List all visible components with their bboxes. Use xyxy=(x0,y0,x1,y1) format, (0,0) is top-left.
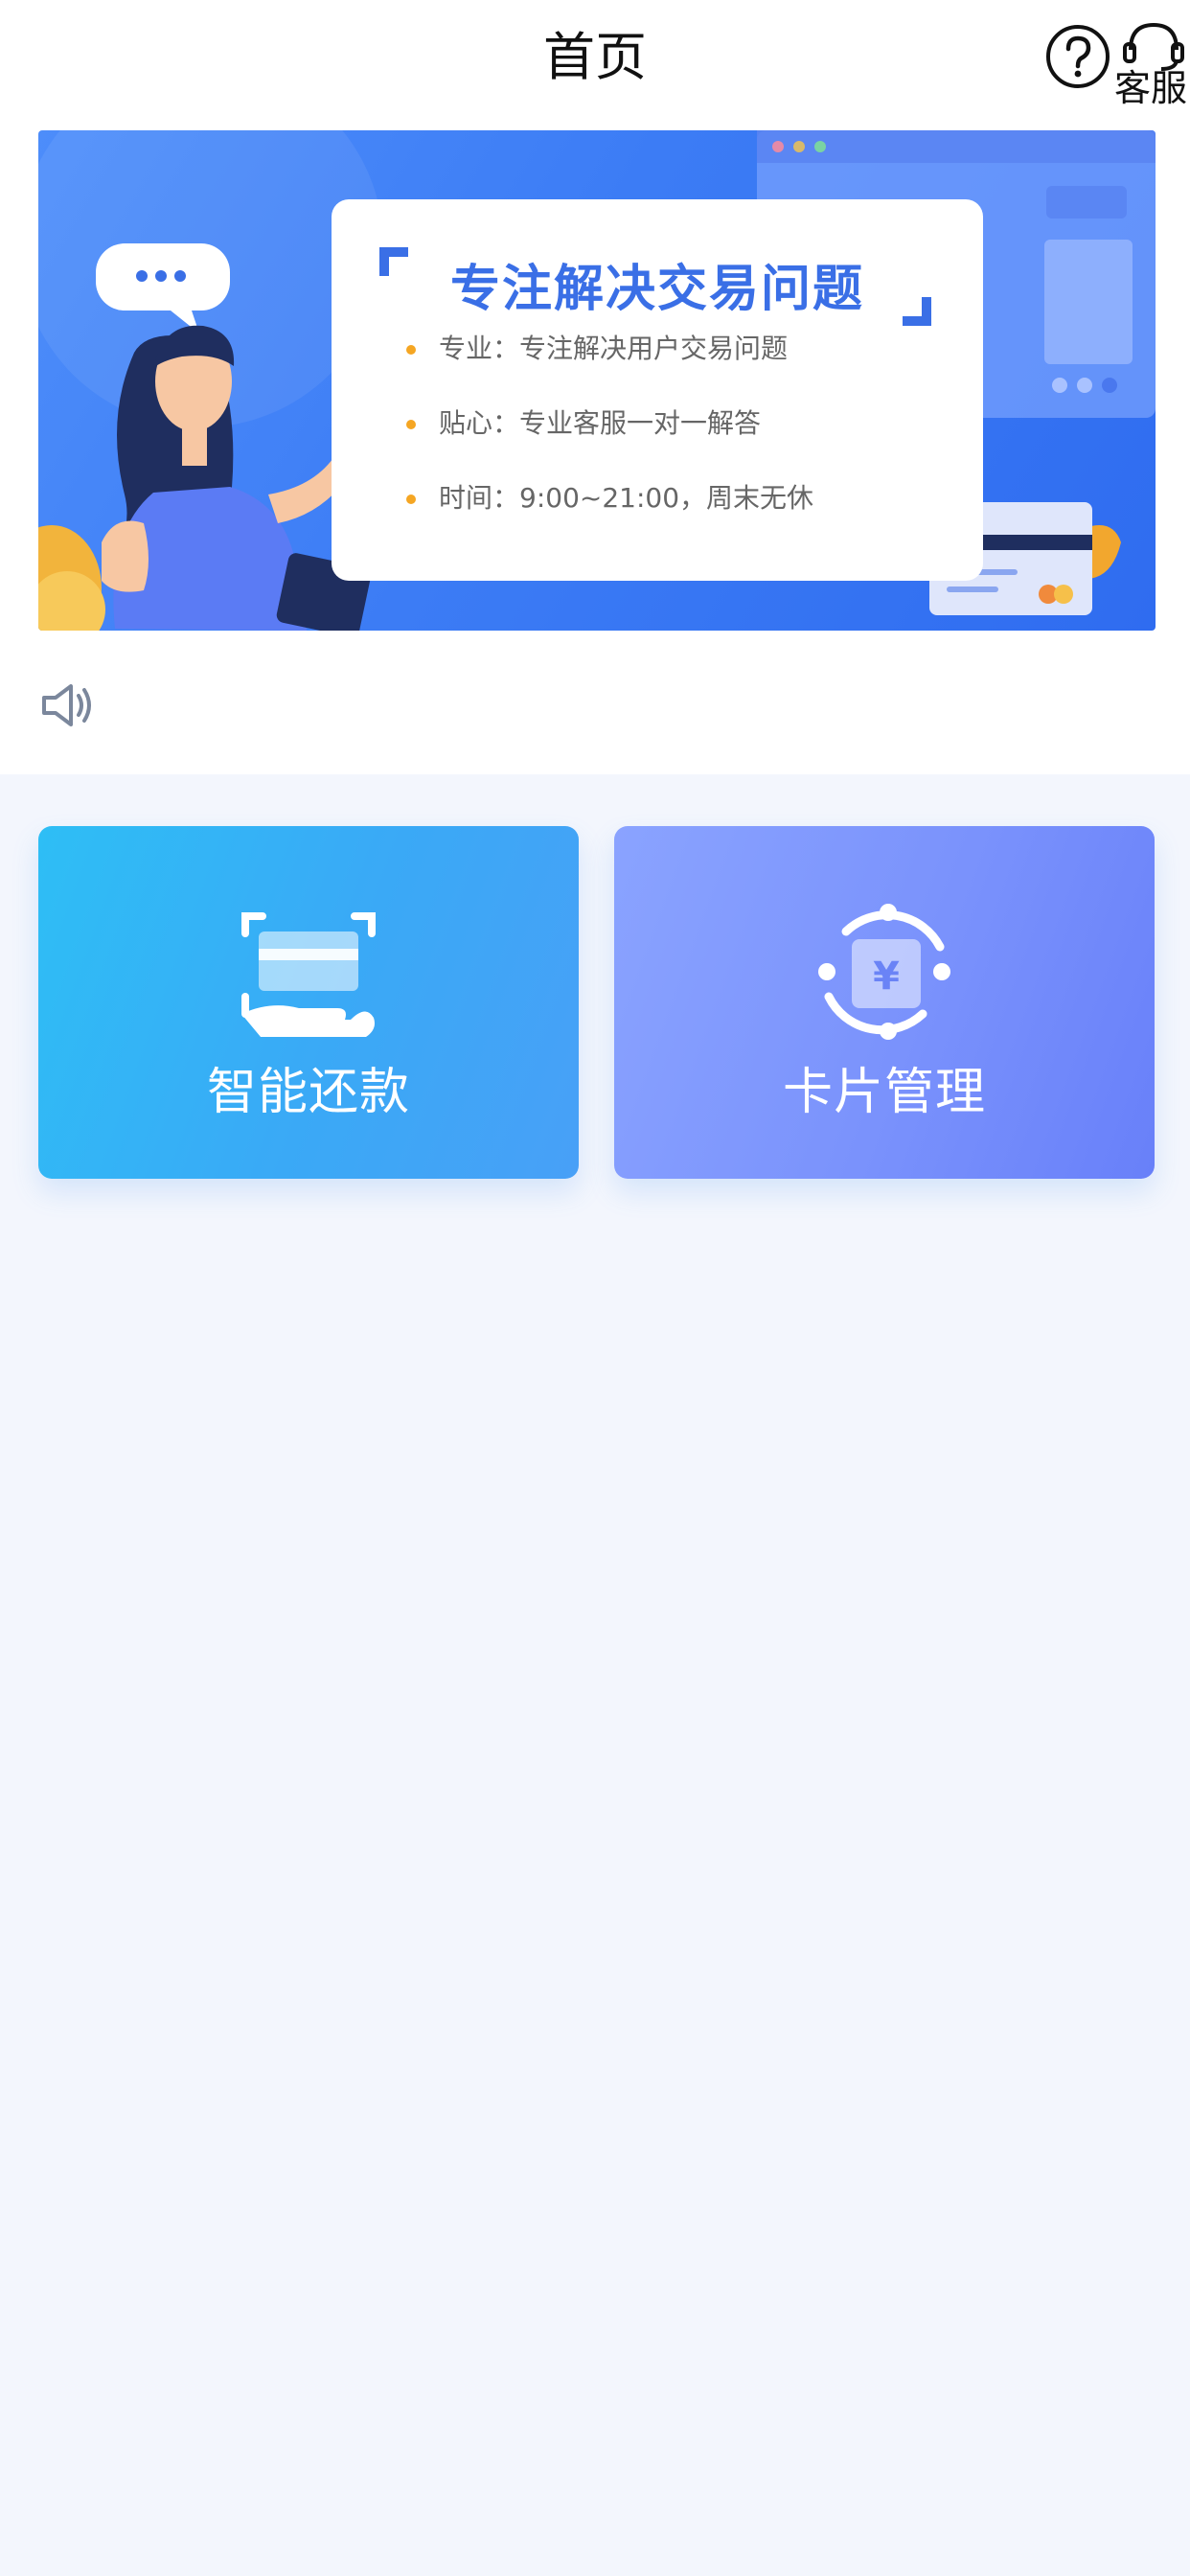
page-title: 首页 xyxy=(543,27,647,87)
service-label: 客服 xyxy=(1113,67,1187,109)
feature-text: 时间：9:00~21:00，周末无休 xyxy=(439,482,814,514)
card-management-tile[interactable]: ¥ 卡片管理 xyxy=(614,826,1155,1179)
tile-label: 卡片管理 xyxy=(782,1064,986,1121)
feature-text: 专业：专注解决用户交易问题 xyxy=(439,333,789,364)
card-in-hand-icon xyxy=(241,912,376,1037)
bullet-dot xyxy=(406,494,416,504)
tile-label: 智能还款 xyxy=(206,1064,410,1121)
yuan-cycle-icon: ¥ xyxy=(818,904,950,1040)
top-area: 首页 客服 专注解决交易问题 专业：专注解决用户交易问题 贴心：专业客服一对一解… xyxy=(0,0,1190,774)
bullet-dot xyxy=(406,345,416,355)
banner-feature: 专业：专注解决用户交易问题 xyxy=(406,332,789,366)
promo-banner[interactable]: 专注解决交易问题 专业：专注解决用户交易问题 贴心：专业客服一对一解答 时间：9… xyxy=(38,130,1156,631)
question-circle-icon[interactable] xyxy=(1044,23,1111,90)
customer-service-button[interactable]: 客服 xyxy=(1111,17,1187,113)
bullet-dot xyxy=(406,420,416,429)
banner-title: 专注解决交易问题 xyxy=(449,261,864,318)
svg-text:¥: ¥ xyxy=(873,954,900,999)
banner-feature: 贴心：专业客服一对一解答 xyxy=(406,406,762,441)
smart-repay-tile[interactable]: 智能还款 xyxy=(38,826,579,1179)
feature-text: 贴心：专业客服一对一解答 xyxy=(439,407,762,439)
banner-feature: 时间：9:00~21:00，周末无休 xyxy=(406,481,814,516)
headset-icon xyxy=(1123,22,1184,71)
banner-card: 专注解决交易问题 专业：专注解决用户交易问题 贴心：专业客服一对一解答 时间：9… xyxy=(332,199,983,581)
speaker-icon xyxy=(42,684,91,726)
